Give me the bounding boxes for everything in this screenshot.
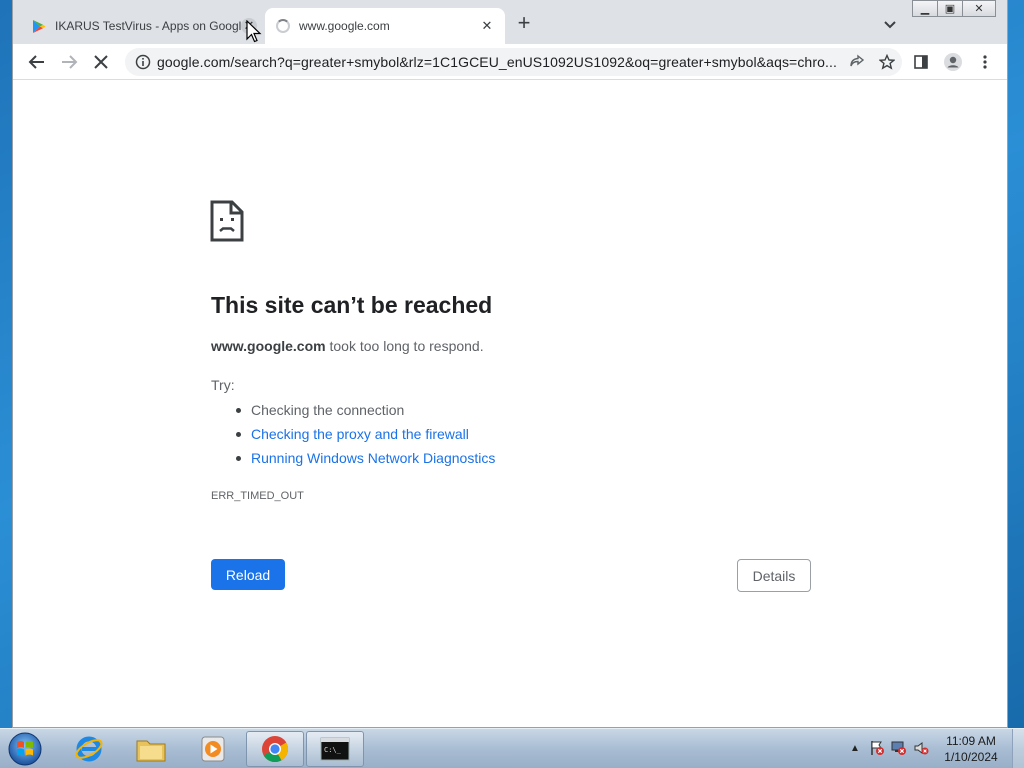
loading-spinner-icon — [275, 18, 291, 34]
stop-loading-button[interactable] — [89, 50, 113, 74]
suggestion-check-proxy-link[interactable]: Checking the proxy and the firewall — [235, 424, 495, 448]
action-center-warning-icon[interactable] — [866, 739, 888, 757]
suggestion-list: Checking the connection Checking the pro… — [235, 400, 495, 472]
close-window-button[interactable]: ✕ — [962, 0, 996, 17]
windows-orb-icon — [8, 732, 42, 766]
menu-button[interactable] — [973, 50, 997, 74]
file-explorer-icon[interactable] — [122, 731, 180, 767]
mouse-cursor-icon — [246, 19, 262, 44]
site-info-icon[interactable] — [129, 48, 157, 76]
try-label: Try: — [211, 377, 235, 393]
start-button[interactable] — [6, 731, 46, 767]
error-code: ERR_TIMED_OUT — [211, 490, 304, 502]
avatar-icon — [944, 53, 962, 71]
tab-search-chevron-icon[interactable] — [881, 16, 899, 34]
taskbar: C:\_ ▲ 11:09 AM 1/10/2024 — [0, 728, 1024, 768]
command-prompt-icon[interactable]: C:\_ — [306, 731, 364, 767]
page-content: This site can’t be reached www.google.co… — [13, 80, 1007, 727]
system-tray: ▲ — [844, 739, 932, 757]
error-host-suffix: took too long to respond. — [325, 338, 484, 354]
forward-button[interactable] — [57, 50, 81, 74]
back-button[interactable] — [25, 50, 49, 74]
error-host: www.google.com — [211, 338, 326, 354]
side-panel-button[interactable] — [909, 50, 933, 74]
tab-google-play[interactable]: IKARUS TestVirus - Apps on Google Play ✕ — [21, 8, 267, 44]
network-disconnected-icon[interactable] — [888, 739, 910, 757]
clock[interactable]: 11:09 AM 1/10/2024 — [938, 733, 1004, 765]
show-hidden-icons-icon[interactable]: ▲ — [844, 739, 866, 757]
stop-x-icon — [94, 55, 108, 69]
sad-page-icon — [210, 200, 244, 242]
close-tab-icon[interactable]: ✕ — [479, 18, 495, 34]
svg-text:C:\_: C:\_ — [324, 746, 342, 754]
back-arrow-icon — [28, 55, 44, 69]
details-button[interactable]: Details — [737, 559, 811, 592]
tab-strip: IKARUS TestVirus - Apps on Google Play ✕… — [13, 0, 1007, 44]
share-icon[interactable] — [842, 48, 872, 76]
reload-button[interactable]: Reload — [211, 559, 285, 590]
address-bar[interactable]: google.com/search?q=greater+smybol&rlz=1… — [125, 48, 902, 76]
google-play-icon — [31, 18, 47, 34]
chrome-window: IKARUS TestVirus - Apps on Google Play ✕… — [12, 0, 1008, 728]
profile-button[interactable] — [941, 50, 965, 74]
clock-date: 1/10/2024 — [944, 750, 998, 764]
suggestion-network-diagnostics-link[interactable]: Running Windows Network Diagnostics — [235, 448, 495, 472]
error-title: This site can’t be reached — [211, 292, 493, 318]
window-controls: ▁ ▣ ✕ — [912, 0, 996, 18]
new-tab-button[interactable]: + — [513, 12, 535, 35]
side-panel-icon — [914, 55, 928, 69]
more-vert-icon — [983, 55, 987, 69]
error-description: www.google.com took too long to respond. — [211, 338, 484, 354]
forward-arrow-icon — [62, 55, 78, 69]
minimize-button[interactable]: ▁ — [912, 0, 938, 17]
toolbar: google.com/search?q=greater+smybol&rlz=1… — [13, 44, 1007, 80]
internet-explorer-icon[interactable] — [60, 731, 118, 767]
tab-google[interactable]: www.google.com ✕ — [265, 8, 505, 44]
maximize-button[interactable]: ▣ — [937, 0, 963, 17]
show-desktop-button[interactable] — [1012, 729, 1024, 768]
tab-title: www.google.com — [299, 19, 390, 33]
tab-title: IKARUS TestVirus - Apps on Google Play — [55, 19, 241, 33]
url-text[interactable]: google.com/search?q=greater+smybol&rlz=1… — [157, 54, 842, 70]
volume-muted-icon[interactable] — [910, 739, 932, 757]
clock-time: 11:09 AM — [946, 734, 996, 748]
bookmark-star-icon[interactable] — [872, 48, 902, 76]
media-player-icon[interactable] — [184, 731, 242, 767]
chrome-icon[interactable] — [246, 731, 304, 767]
suggestion-check-connection: Checking the connection — [235, 400, 495, 424]
